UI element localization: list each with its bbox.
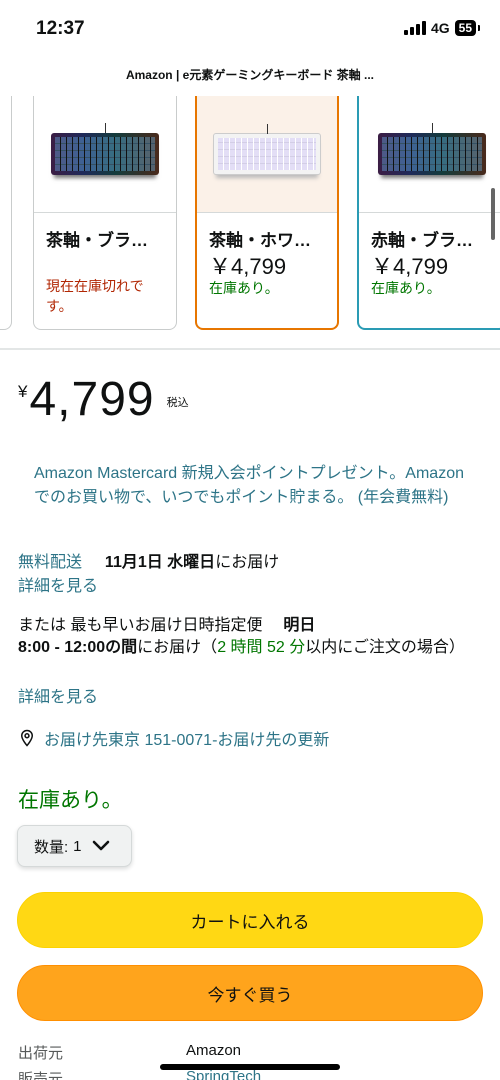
quantity-label: 数量: [34,838,69,856]
variant-price: ￥4,799 [209,254,287,279]
variant-card[interactable]: 茶軸・ブラ… 現在在庫切れです。 [33,96,177,330]
keyboard-image [359,96,500,213]
fastest-prefix: または 最も早いお届け日時指定便 [18,617,263,634]
countdown-suffix: 以内にご注文の場合） [305,639,465,656]
variant-card[interactable]: 赤軸・ブラ… ￥4,799 在庫あり。 [357,96,500,330]
delivery-date: 11月1日 水曜日 [104,554,216,571]
variant-card-selected[interactable]: 茶軸・ホワ… ￥4,799 在庫あり。 [195,96,339,330]
order-countdown: 2 時間 52 分 [217,639,306,656]
scrollbar[interactable] [491,188,495,240]
variant-availability: 在庫あり。 [209,280,279,296]
variant-name: 赤軸・ブラ… [371,231,473,250]
free-delivery: 無料配送 11月1日 水曜日にお届け [18,552,279,574]
status-bar: 12:37 4G 55 [0,0,500,58]
variant-name: 茶軸・ブラ… [46,231,148,250]
quantity-select[interactable]: 数量: 1 [17,825,132,867]
price-amount: 4,799 [29,373,155,426]
tax-note: 税込 [166,397,189,409]
details-link[interactable]: 詳細を見る [18,576,98,598]
signal-icon [403,21,426,35]
ships-from-value: Amazon [186,1042,242,1059]
stock-status: 在庫あり。 [18,789,123,812]
currency-symbol: ¥ [18,382,28,401]
location-pin-icon [20,729,34,747]
free-shipping-link[interactable]: 無料配送 [18,554,82,571]
details-link[interactable]: 詳細を見る [18,687,98,709]
fastest-delivery: または 最も早いお届け日時指定便 明日 8:00 - 12:00の間にお届け（2… [18,615,484,659]
add-to-cart-button[interactable]: カートに入れる [17,892,483,948]
sold-by-label: 販売元 [18,1071,64,1080]
fastest-suffix: にお届け（ [137,639,218,656]
battery-icon: 55 [454,20,481,36]
variant-name: 茶軸・ホワ… [209,231,311,250]
variant-card-partial[interactable] [0,96,12,330]
divider [0,348,500,350]
fastest-window: 8:00 - 12:00の間 [18,639,138,656]
clock: 12:37 [36,18,85,39]
variant-availability: 現在在庫切れです。 [46,278,144,314]
status-icons: 4G 55 [403,20,481,36]
keyboard-image [197,96,337,213]
keyboard-image [34,96,176,213]
delivery-address[interactable]: お届け先東京 151-0071-お届け先の更新 [18,726,329,750]
card-offer-link[interactable]: Amazon Mastercard 新規入会ポイントプレゼント。Amazonでの… [34,462,474,510]
ships-from-label: 出荷元 [18,1045,64,1062]
fastest-day: 明日 [283,617,316,634]
price: ¥ 4,799 税込 [18,372,189,427]
chevron-down-icon [92,840,109,851]
home-indicator[interactable] [160,1064,340,1070]
quantity-value: 1 [73,837,82,855]
variant-carousel[interactable]: 茶軸・ブラ… 現在在庫切れです。 茶軸・ホワ… ￥4,799 在庫あり。 赤軸・… [0,96,500,336]
variant-price: ￥4,799 [371,254,449,279]
variant-availability: 在庫あり。 [371,280,441,296]
network-type: 4G [430,20,450,36]
address-text[interactable]: お届け先東京 151-0071-お届け先の更新 [44,726,329,750]
delivery-suffix: にお届け [215,554,280,571]
buy-now-button[interactable]: 今すぐ買う [17,965,483,1021]
page-title: Amazon | e元素ゲーミングキーボード 茶軸 ... [125,68,375,82]
